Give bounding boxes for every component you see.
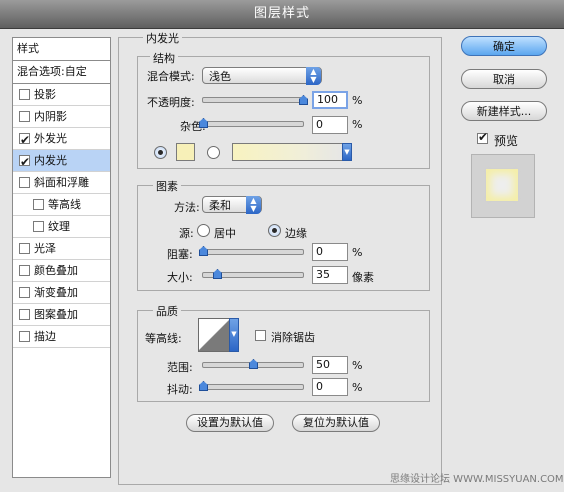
opacity-slider[interactable] — [202, 97, 304, 103]
style-list-item[interactable]: 渐变叠加 — [13, 282, 110, 304]
style-list-item[interactable]: 纹理 — [13, 216, 110, 238]
technique-label: 方法: — [174, 201, 200, 214]
range-label: 范围: — [167, 361, 193, 374]
watermark: 思缘设计论坛 WWW.MISSYUAN.COM — [390, 474, 564, 485]
range-unit: % — [352, 359, 363, 372]
style-list-item-label: 外发光 — [34, 132, 67, 145]
contour-label: 等高线: — [145, 332, 182, 345]
technique-select[interactable]: 柔和 ▲ ▼ — [202, 196, 262, 214]
range-input[interactable]: 50 — [312, 356, 348, 374]
new-style-button[interactable]: 新建样式... — [461, 101, 547, 121]
gradient-fill-radio[interactable] — [207, 146, 220, 159]
styles-list: 样式 混合选项:自定 投影内阴影外发光内发光斜面和浮雕等高线纹理光泽颜色叠加渐变… — [12, 37, 111, 478]
choke-input[interactable]: 0 — [312, 243, 348, 261]
anti-alias-label: 消除锯齿 — [271, 331, 315, 344]
style-list-item-label: 纹理 — [48, 220, 70, 233]
style-checkbox[interactable] — [33, 199, 44, 210]
style-checkbox[interactable] — [19, 130, 30, 151]
glow-color-swatch[interactable] — [176, 143, 195, 161]
ok-button[interactable]: 确定 — [461, 36, 547, 56]
style-list-item[interactable]: 斜面和浮雕 — [13, 172, 110, 194]
style-list-item-label: 光泽 — [34, 242, 56, 255]
opacity-input[interactable]: 100 — [312, 91, 348, 109]
glow-preview-swatch — [486, 169, 518, 201]
opacity-unit: % — [352, 94, 363, 107]
preview-label: 预览 — [494, 134, 519, 148]
size-input[interactable]: 35 — [312, 266, 348, 284]
style-checkbox[interactable] — [33, 221, 44, 232]
preview-checkbox[interactable] — [477, 130, 488, 144]
blend-mode-label: 混合模式: — [147, 70, 195, 83]
style-checkbox[interactable] — [19, 111, 30, 122]
style-list-item[interactable]: 内阴影 — [13, 106, 110, 128]
style-list-item-label: 投影 — [34, 88, 56, 101]
style-checkbox[interactable] — [19, 152, 30, 173]
style-list-item[interactable]: 内发光 — [13, 150, 110, 173]
noise-unit: % — [352, 118, 363, 131]
source-edge-label: 边缘 — [285, 227, 307, 240]
style-list-item-label: 内阴影 — [34, 110, 67, 123]
source-center-radio[interactable] — [197, 224, 210, 237]
jitter-label: 抖动: — [167, 383, 193, 396]
chevron-updown-icon: ▲ ▼ — [246, 196, 261, 214]
contour-preview[interactable] — [198, 318, 230, 352]
style-list-item[interactable]: 图案叠加 — [13, 304, 110, 326]
style-list-item[interactable]: 描边 — [13, 326, 110, 348]
source-center-label: 居中 — [214, 227, 236, 240]
size-label: 大小: — [167, 271, 193, 284]
elements-title: 图素 — [153, 178, 181, 194]
choke-label: 阻塞: — [167, 248, 193, 261]
reset-default-button[interactable]: 复位为默认值 — [292, 414, 380, 432]
style-list-item-label: 等高线 — [48, 198, 81, 211]
style-preview — [471, 154, 535, 218]
opacity-label: 不透明度: — [147, 96, 195, 109]
style-checkbox[interactable] — [19, 177, 30, 188]
size-unit: 像素 — [352, 271, 374, 284]
anti-alias-checkbox[interactable] — [255, 330, 266, 341]
structure-title: 结构 — [150, 50, 178, 66]
choke-unit: % — [352, 246, 363, 259]
noise-slider[interactable] — [202, 121, 304, 127]
contour-dropdown-icon[interactable]: ▼ — [229, 318, 239, 352]
cancel-button[interactable]: 取消 — [461, 69, 547, 89]
window-title: 图层样式 — [0, 0, 564, 29]
noise-input[interactable]: 0 — [312, 116, 348, 134]
style-list-item-label: 颜色叠加 — [34, 264, 78, 277]
style-list-item[interactable]: 等高线 — [13, 194, 110, 216]
style-checkbox[interactable] — [19, 331, 30, 342]
style-list-item[interactable]: 外发光 — [13, 128, 110, 151]
make-default-button[interactable]: 设置为默认值 — [186, 414, 274, 432]
choke-slider[interactable] — [202, 249, 304, 255]
gradient-dropdown-icon[interactable]: ▼ — [342, 143, 352, 161]
style-list-item[interactable]: 光泽 — [13, 238, 110, 260]
source-edge-radio[interactable] — [268, 224, 281, 237]
quality-title: 品质 — [153, 303, 181, 319]
blend-options-item[interactable]: 混合选项:自定 — [13, 61, 110, 84]
jitter-slider[interactable] — [202, 384, 304, 390]
style-list-item[interactable]: 投影 — [13, 84, 110, 106]
style-list-item[interactable]: 颜色叠加 — [13, 260, 110, 282]
styles-list-header[interactable]: 样式 — [13, 38, 110, 61]
color-fill-radio[interactable] — [154, 146, 167, 159]
style-checkbox[interactable] — [19, 265, 30, 276]
jitter-unit: % — [352, 381, 363, 394]
style-checkbox[interactable] — [19, 309, 30, 320]
style-checkbox[interactable] — [19, 89, 30, 100]
style-list-item-label: 斜面和浮雕 — [34, 176, 89, 189]
jitter-input[interactable]: 0 — [312, 378, 348, 396]
source-label: 源: — [179, 227, 194, 240]
style-checkbox[interactable] — [19, 243, 30, 254]
style-list-item-label: 描边 — [34, 330, 56, 343]
style-list-item-label: 图案叠加 — [34, 308, 78, 321]
inner-glow-title: 内发光 — [143, 30, 182, 46]
style-checkbox[interactable] — [19, 287, 30, 298]
style-list-item-label: 渐变叠加 — [34, 286, 78, 299]
blend-mode-select[interactable]: 浅色 ▲ ▼ — [202, 67, 322, 85]
style-list-item-label: 内发光 — [34, 154, 67, 167]
gradient-preview[interactable] — [232, 143, 344, 161]
chevron-updown-icon: ▲ ▼ — [306, 67, 321, 85]
